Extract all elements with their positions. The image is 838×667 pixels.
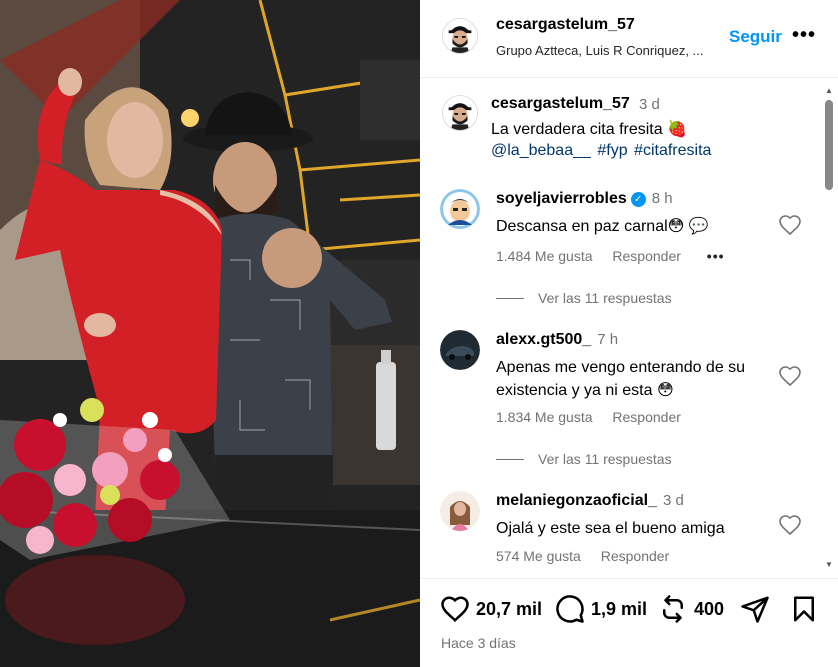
share-button[interactable]	[740, 594, 770, 624]
replies-divider	[496, 459, 524, 460]
comment-text: Descansa en paz carnal😳 💬	[496, 218, 709, 235]
repost-icon	[663, 595, 683, 623]
follow-button[interactable]: Seguir	[729, 27, 782, 47]
comment-like-heart-icon[interactable]	[778, 213, 802, 237]
save-button[interactable]	[789, 594, 819, 624]
commenter-username-text[interactable]: soyeljavierrobles	[496, 190, 627, 207]
comment-meta: 574 Me gusta Responder	[496, 548, 669, 564]
caption-time: 3 d	[639, 96, 660, 113]
comment-text: Apenas me vengo enterando de su existenc…	[496, 359, 746, 399]
comment-meta: 1.484 Me gusta Responder •••	[496, 248, 725, 264]
bearded-man-avatar-icon	[443, 96, 477, 130]
comment-more-icon[interactable]: •••	[707, 248, 725, 264]
comment-button[interactable]: 1,9 mil	[555, 594, 647, 624]
bearded-man-avatar-icon	[443, 19, 477, 53]
comment-like-heart-icon[interactable]	[778, 364, 802, 388]
verified-badge-icon: ✓	[630, 192, 646, 207]
caption-text: La verdadera cita fresita 🍓	[491, 121, 688, 138]
view-replies-label[interactable]: Ver las 11 respuestas	[538, 290, 672, 306]
like-button[interactable]: 20,7 mil	[440, 594, 542, 624]
caption-author-avatar[interactable]	[442, 95, 478, 131]
cartoon-avatar-icon	[440, 189, 480, 229]
commenter-username-text[interactable]: melaniegonzaoficial_	[496, 492, 657, 509]
comment-text: Ojalá y este sea el bueno amiga	[496, 520, 725, 537]
commenter-username-text[interactable]: alexx.gt500_	[496, 331, 591, 348]
bookmark-icon	[794, 596, 814, 622]
commenter-username[interactable]: soyeljavierrobles ✓ 8 h	[496, 190, 673, 208]
commenter-avatar[interactable]	[440, 491, 480, 531]
comment-likes-count[interactable]: 1.834 Me gusta	[496, 409, 593, 425]
scrollbar-thumb[interactable]	[825, 100, 833, 190]
comment-likes-count[interactable]: 574 Me gusta	[496, 548, 581, 564]
post-photo[interactable]	[0, 0, 420, 667]
comment-like-heart-icon[interactable]	[778, 513, 802, 537]
replies-divider	[496, 298, 524, 299]
car-avatar-icon	[440, 330, 480, 370]
commenter-username[interactable]: alexx.gt500_ 7 h	[496, 331, 618, 349]
comment-meta: 1.834 Me gusta Responder	[496, 409, 681, 425]
scroll-up-arrow-icon[interactable]: ▲	[825, 86, 833, 95]
caption-username[interactable]: cesargastelum_57	[491, 95, 630, 113]
heart-icon	[441, 596, 469, 622]
hashtag-link-citafresita[interactable]: #citafresita	[634, 142, 711, 159]
comment-time: 7 h	[597, 331, 619, 348]
paper-plane-icon	[741, 596, 769, 623]
reply-button[interactable]: Responder	[612, 409, 681, 425]
scroll-down-arrow-icon[interactable]: ▼	[825, 560, 833, 569]
likes-count[interactable]: 20,7 mil	[476, 599, 542, 620]
author-avatar[interactable]	[442, 18, 478, 54]
reply-button[interactable]: Responder	[601, 548, 670, 564]
view-replies-label[interactable]: Ver las 11 respuestas	[538, 451, 672, 467]
commenter-avatar[interactable]	[440, 189, 480, 229]
comment-time: 3 d	[662, 492, 684, 509]
comment-time: 8 h	[651, 190, 673, 207]
hashtag-link-fyp[interactable]: #fyp	[597, 142, 627, 159]
post-side-panel: cesargastelum_57 Grupo Aztteca, Luis R C…	[420, 0, 838, 667]
author-username[interactable]: cesargastelum_57	[496, 16, 635, 34]
comments-count[interactable]: 1,9 mil	[591, 599, 647, 620]
caption-tags: @la_bebaa__ #fyp #citafresita	[491, 142, 713, 160]
commenter-username[interactable]: melaniegonzaoficial_ 3 d	[496, 492, 684, 510]
comment-bubble-icon	[556, 595, 584, 623]
woman-avatar-icon	[440, 491, 480, 531]
view-replies-button[interactable]: Ver las 11 respuestas	[496, 451, 672, 467]
more-options-icon[interactable]: •••	[792, 24, 816, 47]
comment-likes-count[interactable]: 1.484 Me gusta	[496, 248, 593, 264]
post-header: cesargastelum_57 Grupo Aztteca, Luis R C…	[420, 0, 838, 78]
commenter-avatar[interactable]	[440, 330, 480, 370]
repost-button[interactable]: 400	[658, 594, 724, 624]
reposts-count[interactable]: 400	[694, 599, 724, 620]
reply-button[interactable]: Responder	[612, 248, 681, 264]
audio-subtitle[interactable]: Grupo Aztteca, Luis R Conriquez, ...	[496, 43, 703, 58]
post-actions-bar: 20,7 mil 1,9 mil 400 Hace 3 días	[420, 578, 838, 667]
post-timestamp: Hace 3 días	[441, 635, 516, 651]
view-replies-button[interactable]: Ver las 11 respuestas	[496, 290, 672, 306]
comments-list[interactable]: cesargastelum_57 3 d La verdadera cita f…	[420, 79, 838, 577]
mention-link[interactable]: @la_bebaa__	[491, 142, 591, 159]
post-image-illustration	[0, 0, 420, 667]
